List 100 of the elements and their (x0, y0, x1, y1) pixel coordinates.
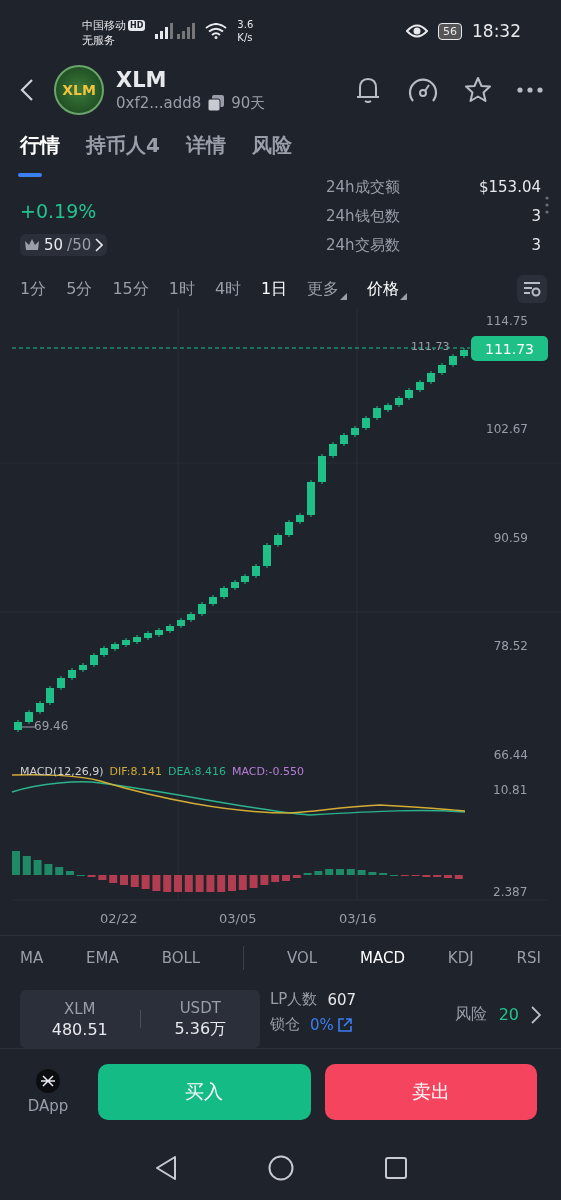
chevron-right-icon[interactable] (531, 1005, 541, 1024)
token-symbol: USDT (179, 998, 221, 1017)
histogram-bar (314, 871, 323, 875)
candle (14, 719, 22, 733)
histogram-bar (109, 875, 118, 883)
stat-value: 3 (531, 235, 541, 256)
timeframe-option[interactable]: 15分 (112, 278, 149, 300)
sell-button[interactable]: 卖出 (324, 1064, 537, 1120)
timeframe-option[interactable]: 1日 (261, 278, 288, 300)
dapp-button[interactable]: DApp (22, 1069, 74, 1115)
candle (57, 675, 65, 691)
lp-label: LP人数 (270, 990, 318, 1009)
candle (285, 519, 293, 538)
last-price-label: 111.73 (411, 340, 450, 353)
histogram-bar (130, 875, 139, 887)
timeframe-option[interactable]: 更多 (307, 278, 348, 300)
back-icon[interactable] (20, 78, 34, 102)
vertical-dots-icon[interactable] (545, 196, 549, 214)
token-age: 90天 (231, 93, 266, 113)
indicator-tab[interactable]: RSI (516, 949, 541, 967)
candle (438, 362, 446, 376)
candle (329, 441, 337, 459)
histogram-bar (346, 869, 355, 875)
candle (263, 542, 271, 569)
star-icon[interactable] (463, 75, 493, 105)
histogram-bar (336, 869, 344, 875)
home-circle-icon[interactable] (267, 1154, 294, 1181)
candle (36, 700, 44, 715)
histogram-bar (12, 851, 20, 875)
macd-axis-label: 10.81 (493, 783, 528, 797)
histogram-bar (174, 875, 182, 892)
tab[interactable]: 风险 (251, 132, 292, 180)
candle (111, 641, 119, 652)
histogram-bar (33, 860, 42, 875)
timeframe-option[interactable]: 1分 (20, 278, 47, 300)
timeframe-option[interactable]: 4时 (214, 278, 242, 300)
indicator-tab[interactable]: MA (20, 949, 44, 967)
token-amount: 480.51 (51, 1019, 108, 1039)
token-title: XLM (116, 67, 168, 92)
candle (166, 623, 174, 634)
price-axis-label: 102.67 (486, 422, 528, 436)
macd-legend-item: MACD:-0.550 (231, 765, 305, 778)
more-icon[interactable] (517, 87, 543, 93)
dapp-logo-icon (36, 1069, 60, 1093)
stat-value: 3 (531, 206, 541, 227)
candle (373, 405, 381, 421)
indicator-tab[interactable]: KDJ (447, 949, 474, 967)
indicator-tab[interactable]: EMA (86, 949, 119, 967)
candle (79, 662, 87, 673)
speed-unit: K/s (237, 31, 254, 44)
price-change: +0.19% (20, 200, 98, 222)
clock: 18:32 (472, 21, 521, 41)
candle (384, 402, 392, 413)
macd-legend-item: MACD(12,26,9) (20, 765, 104, 778)
histogram-bar (292, 875, 301, 878)
histogram-bar (228, 875, 236, 891)
histogram-bar (271, 875, 280, 882)
candle (209, 594, 217, 607)
recent-apps-icon[interactable] (383, 1155, 408, 1180)
candle (198, 601, 206, 617)
histogram-bar (217, 875, 226, 892)
lock-link[interactable]: 0% (310, 1015, 352, 1034)
histogram-bar (282, 875, 290, 881)
candle (362, 415, 370, 431)
hd-badge: HD (128, 20, 146, 31)
timeframe-option[interactable]: 价格 (367, 278, 408, 300)
rank-current: 50 (44, 236, 64, 254)
candle (274, 532, 282, 548)
candle (133, 634, 141, 645)
back-triangle-icon[interactable] (153, 1154, 178, 1181)
histogram-bar (163, 875, 172, 892)
candle (395, 395, 403, 408)
lock-label: 锁仓 (270, 1015, 300, 1034)
wifi-icon (205, 23, 228, 39)
date-axis-label: 02/22 (100, 911, 138, 926)
copy-icon[interactable] (207, 94, 226, 112)
timeframe-option[interactable]: 5分 (66, 278, 93, 300)
timeframe-option[interactable]: 1时 (168, 278, 195, 300)
tab[interactable]: 持币人4 (86, 132, 160, 180)
candle (231, 579, 239, 591)
battery-indicator: 56 (438, 22, 462, 40)
tab[interactable]: 行情 (20, 132, 60, 180)
dropdown-corner-icon (400, 292, 408, 300)
candle (405, 387, 413, 401)
indicator-tab[interactable]: BOLL (161, 949, 201, 967)
date-axis-label: 03/16 (339, 911, 377, 926)
candle (427, 370, 435, 385)
histogram-bar (444, 875, 452, 878)
candle (220, 585, 228, 600)
price-axis-label: 90.59 (493, 531, 528, 545)
histogram-bar (152, 875, 161, 891)
indicator-tab[interactable]: MACD (360, 949, 405, 967)
price-axis-label: 114.75 (486, 314, 528, 328)
histogram-bar (66, 871, 74, 875)
indicator-tab[interactable]: VOL (286, 949, 318, 967)
chart-settings-button[interactable] (517, 275, 547, 303)
tab[interactable]: 详情 (185, 132, 226, 180)
chevron-icon (95, 238, 104, 252)
service-status: 无服务 (82, 33, 116, 48)
rank-badge[interactable]: 50 /50 (20, 234, 108, 256)
